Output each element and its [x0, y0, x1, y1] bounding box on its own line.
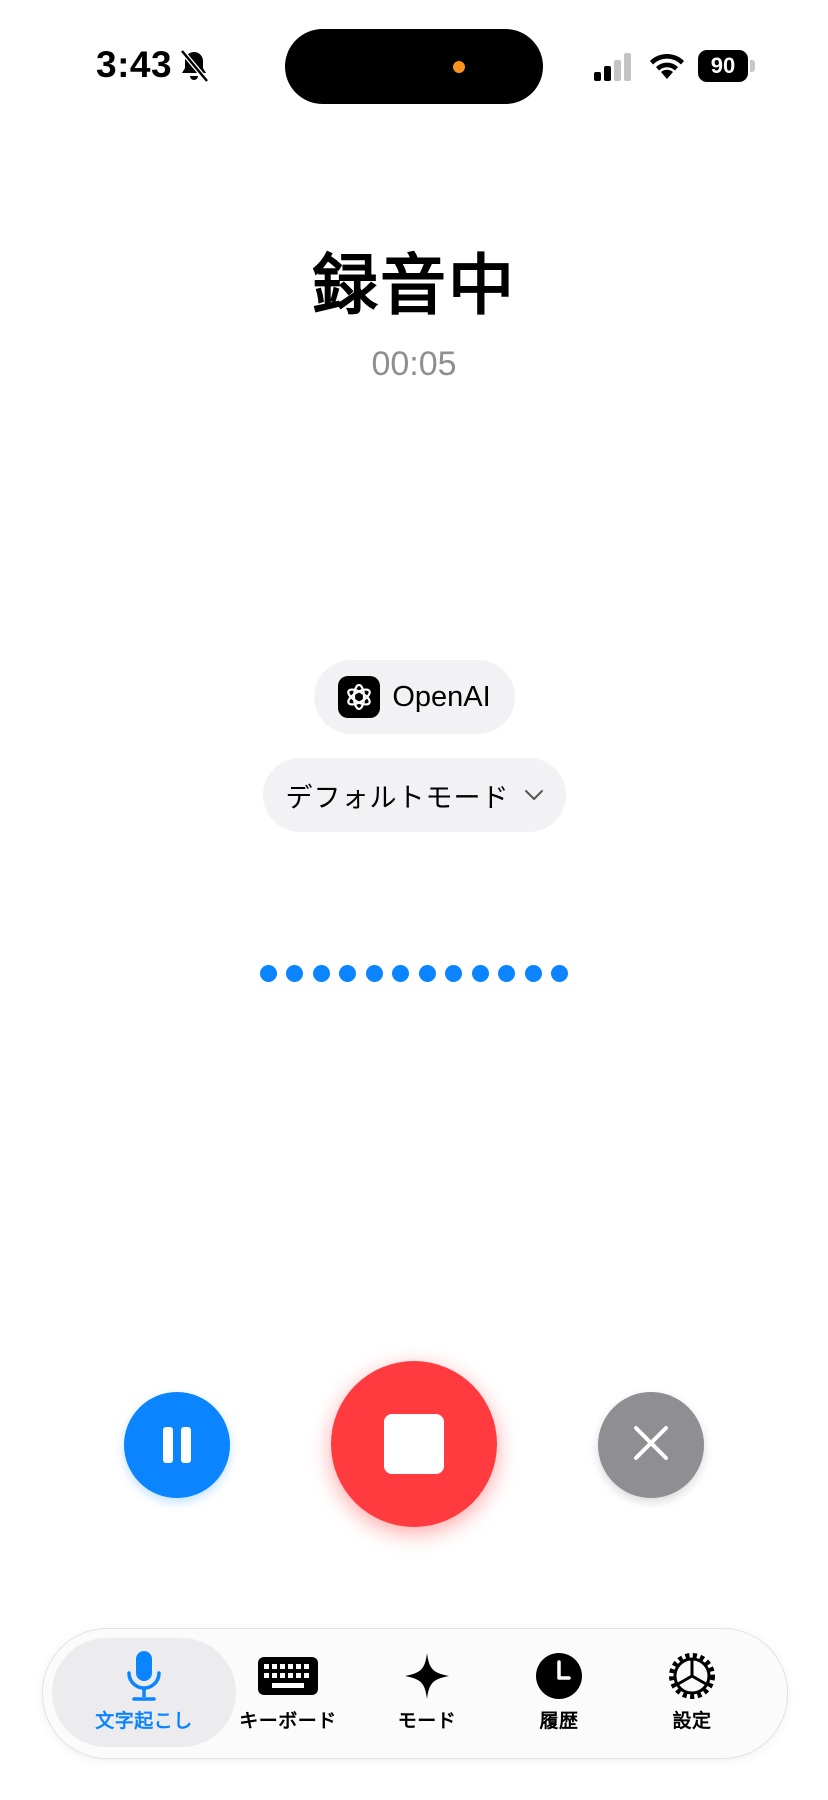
mode-selector[interactable]: デフォルトモード [263, 758, 566, 832]
tab-label: 文字起こし [95, 1710, 193, 1732]
recording-title: 録音中 [312, 247, 516, 324]
privacy-indicator-dot [453, 61, 465, 73]
level-dot [524, 965, 542, 982]
keyboard-icon [258, 1648, 318, 1704]
tab-label: 設定 [672, 1710, 712, 1732]
audio-level-indicator [0, 965, 828, 982]
level-dot [392, 965, 410, 982]
microphone-icon [124, 1648, 164, 1704]
stop-icon [384, 1414, 444, 1474]
tab-transcribe[interactable]: 文字起こし [69, 1648, 219, 1748]
tab-settings[interactable]: 設定 [617, 1648, 767, 1748]
openai-logo-icon [338, 676, 381, 718]
level-dot [498, 965, 516, 982]
tab-label: キーボード [239, 1710, 337, 1732]
dynamic-island [285, 29, 543, 104]
provider-label: OpenAI [392, 680, 491, 713]
provider-selector[interactable]: OpenAI [314, 660, 515, 734]
clock-icon [535, 1648, 583, 1704]
close-icon [632, 1424, 670, 1466]
cellular-signal-icon [594, 52, 634, 82]
level-dot [259, 965, 277, 982]
tab-keyboard[interactable]: キーボード [213, 1648, 363, 1748]
level-dot [445, 965, 463, 982]
tab-history[interactable]: 履歴 [484, 1648, 634, 1748]
level-dot [312, 965, 330, 982]
tab-modes[interactable]: モード [352, 1648, 502, 1748]
pause-icon [159, 1427, 195, 1463]
level-dot [471, 965, 489, 982]
bell-slash-icon [178, 48, 210, 84]
pause-button[interactable] [124, 1392, 230, 1498]
sparkle-icon [403, 1648, 451, 1704]
recording-timer: 00:05 [371, 345, 457, 383]
level-dot [551, 965, 569, 982]
battery-level: 90 [710, 53, 736, 78]
chevron-down-icon [524, 786, 544, 805]
tab-label: モード [397, 1710, 457, 1732]
level-dot [365, 965, 383, 982]
battery-icon: 90 [698, 50, 756, 82]
level-dot [339, 965, 357, 982]
tab-label: 履歴 [539, 1710, 579, 1732]
stop-button[interactable] [331, 1361, 497, 1527]
level-dot [286, 965, 304, 982]
mode-label: デフォルトモード [285, 782, 510, 814]
cancel-button[interactable] [598, 1392, 704, 1498]
status-time: 3:43 [96, 44, 173, 85]
gear-icon [666, 1648, 718, 1704]
wifi-icon [648, 50, 686, 80]
level-dot [418, 965, 436, 982]
